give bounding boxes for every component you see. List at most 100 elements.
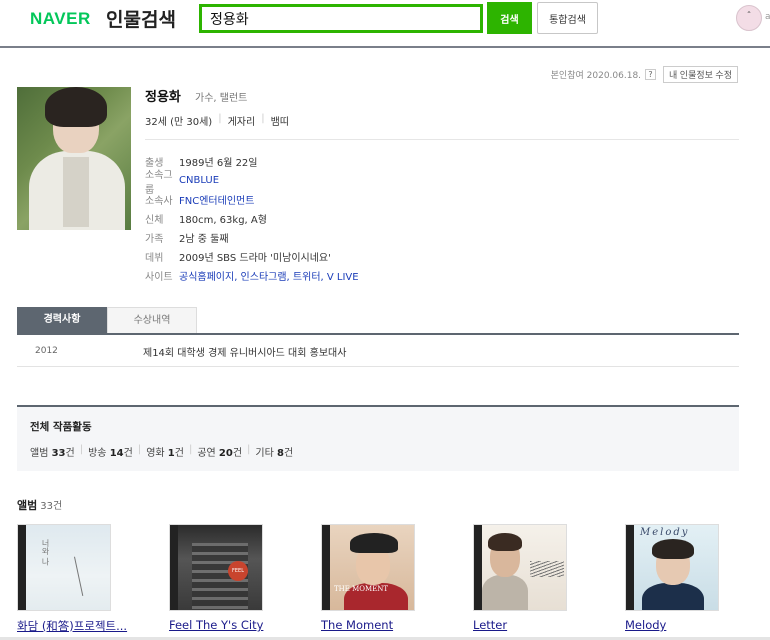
tag-separator: |: [218, 113, 222, 124]
zodiac-tag[interactable]: 게자리: [228, 113, 256, 128]
album-count: 33건: [40, 501, 63, 512]
help-icon[interactable]: ?: [645, 69, 657, 80]
total-search-button[interactable]: 통합검색: [537, 2, 598, 34]
naver-logo[interactable]: NAVER: [30, 9, 91, 29]
stat-label: 앨범: [30, 448, 49, 459]
album-item[interactable]: Letter: [473, 524, 597, 632]
works-stats: 앨범 33건 | 방송 14건 | 영화 1건 | 공연 20건 | 기타 8건: [30, 444, 293, 459]
album-section-heading: 앨범 33건: [17, 497, 62, 513]
career-year: 2012: [35, 346, 58, 356]
participation-line: 본인참여 2020.06.18. ? 내 인물정보 수정: [551, 66, 738, 83]
works-stat-etc[interactable]: 기타 8건: [255, 444, 293, 459]
album-title[interactable]: Feel The Y's City: [169, 618, 293, 632]
album-cover-plant-shape: [73, 553, 97, 597]
info-row-group: 소속그룹 CNBLUE: [145, 170, 359, 196]
agency-link[interactable]: FNC엔터테인먼트: [179, 192, 254, 207]
career-tabs: 경력사항 수상내역: [17, 307, 739, 335]
stat-unit: 건: [174, 448, 184, 459]
stat-label: 방송: [88, 448, 107, 459]
album-cover[interactable]: THE MOMENT: [321, 524, 415, 611]
album-disc-edge: [18, 525, 26, 610]
album-cover[interactable]: 너와 나: [17, 524, 111, 611]
stat-count: 8: [277, 448, 284, 459]
stat-unit: 건: [232, 448, 243, 459]
profile-divider: [145, 139, 739, 140]
album-item[interactable]: FEEL Feel The Y's City: [169, 524, 293, 632]
stat-unit: 건: [283, 448, 294, 459]
photo-shirt-shape: [63, 157, 89, 227]
stat-separator: |: [137, 444, 142, 455]
career-description: 제14회 대학생 경제 유니버시아드 대회 홍보대사: [143, 348, 347, 359]
info-value: 180cm, 63kg, A형: [179, 215, 267, 226]
info-value: 1989년 6월 22일: [179, 158, 258, 169]
info-label: 신체: [145, 215, 164, 226]
tab-career[interactable]: 경력사항: [17, 307, 107, 333]
edit-profile-button[interactable]: 내 인물정보 수정: [663, 66, 738, 83]
tab-awards[interactable]: 수상내역: [107, 307, 197, 333]
works-summary: 전체 작품활동 앨범 33건 | 방송 14건 | 영화 1건 | 공연 20건…: [17, 405, 739, 471]
search-button[interactable]: 검색: [487, 2, 532, 34]
group-link[interactable]: CNBLUE: [179, 175, 219, 186]
album-cover-cap-shape: [350, 533, 398, 553]
chinese-zodiac-tag[interactable]: 뱀띠: [271, 113, 289, 128]
stat-count: 20: [218, 448, 233, 459]
album-title[interactable]: Melody: [625, 618, 749, 632]
album-cover-text: 너와 나: [41, 539, 50, 566]
stat-separator: |: [79, 444, 84, 455]
photo-hair-shape: [45, 87, 107, 127]
album-cover-hair-shape: [652, 539, 694, 559]
stat-label: 공연: [197, 448, 216, 459]
works-stat-broadcast[interactable]: 방송 14건: [88, 444, 133, 459]
album-title[interactable]: 화담 (和答)프로젝트...: [17, 618, 141, 634]
person-job: 가수, 탤런트: [195, 93, 248, 104]
works-stat-movie[interactable]: 영화 1건: [146, 444, 184, 459]
info-value: 2009년 SBS 드라마 '미남이시네요': [179, 253, 331, 264]
album-disc-edge: [322, 525, 330, 610]
profile-info: 출생 1989년 6월 22일 소속그룹 CNBLUE 소속사 FNC엔터테인먼…: [145, 152, 359, 285]
album-cover-body-shape: [482, 575, 528, 610]
info-row-family: 가족 2남 중 둘째: [145, 228, 359, 247]
site-links[interactable]: 공식홈페이지, 인스타그램, 트위터, V LIVE: [179, 268, 359, 283]
stat-count: 1: [167, 448, 175, 459]
person-name: 정용화: [145, 90, 181, 105]
album-cover-text: Melody: [640, 527, 690, 538]
works-title: 전체 작품활동: [30, 421, 92, 433]
info-row-site: 사이트 공식홈페이지, 인스타그램, 트위터, V LIVE: [145, 266, 359, 285]
works-stat-album[interactable]: 앨범 33건: [30, 444, 75, 459]
profile-photo[interactable]: [17, 87, 131, 230]
header: NAVER 인물검색 검색 통합검색 ˆ a: [0, 0, 770, 48]
album-title[interactable]: Letter: [473, 618, 597, 632]
album-item[interactable]: THE MOMENT The Moment: [321, 524, 445, 632]
album-cover-badge: FEEL: [228, 561, 248, 581]
people-search-title[interactable]: 인물검색: [106, 5, 176, 32]
participation-date: 본인참여 2020.06.18.: [550, 71, 642, 81]
info-label: 사이트: [145, 272, 173, 283]
search-box: [199, 4, 483, 33]
album-cover[interactable]: [473, 524, 567, 611]
profile-tags: 32세 (만 30세) | 게자리 | 뱀띠: [145, 113, 289, 128]
search-input[interactable]: [202, 7, 480, 30]
stat-separator: |: [188, 444, 193, 455]
album-cover[interactable]: FEEL: [169, 524, 263, 611]
works-stat-performance[interactable]: 공연 20건: [197, 444, 242, 459]
album-cover-text: THE MOMENT: [334, 585, 389, 593]
album-title[interactable]: The Moment: [321, 618, 445, 632]
stat-unit: 건: [65, 448, 75, 459]
album-heading: 앨범: [17, 499, 38, 512]
album-cover-hair-shape: [488, 533, 522, 551]
album-cover[interactable]: Melody: [625, 524, 719, 611]
info-label: 데뷔: [145, 253, 164, 264]
career-row: 2012 제14회 대학생 경제 유니버시아드 대회 홍보대사: [17, 336, 739, 367]
album-disc-edge: [474, 525, 482, 610]
info-row-body: 신체 180cm, 63kg, A형: [145, 209, 359, 228]
album-item[interactable]: Melody Melody: [625, 524, 749, 632]
tag-separator: |: [261, 113, 265, 124]
album-item[interactable]: 너와 나 화담 (和答)프로젝트...: [17, 524, 141, 634]
info-row-agency: 소속사 FNC엔터테인먼트: [145, 190, 359, 209]
album-cover-body-shape: [642, 583, 704, 610]
album-disc-edge: [170, 525, 178, 610]
info-label: 소속사: [145, 196, 173, 207]
info-value: 2남 중 둘째: [179, 234, 229, 245]
stat-label: 영화: [146, 448, 165, 459]
avatar[interactable]: ˆ: [736, 5, 762, 31]
